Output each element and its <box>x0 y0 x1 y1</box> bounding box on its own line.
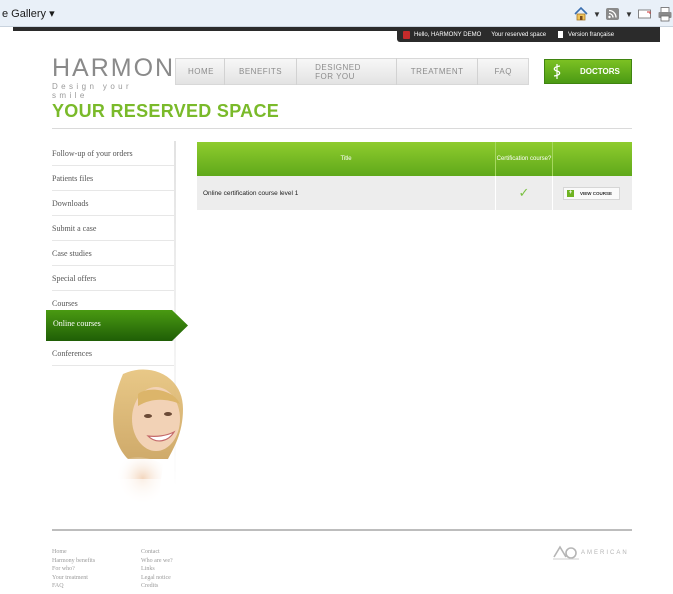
reserved-space-link[interactable]: Your reserved space <box>491 32 546 38</box>
caduceus-icon <box>553 64 561 79</box>
column-header-title: Title <box>197 142 496 176</box>
nav-treatment[interactable]: TREATMENT <box>397 58 479 85</box>
plus-icon: + <box>567 189 574 197</box>
sidebar-item-submit-case[interactable]: Submit a case <box>52 216 174 241</box>
nav-faq[interactable]: FAQ <box>478 58 528 85</box>
footer-links-col1: Home Harmony benefits For who? Your trea… <box>52 548 95 591</box>
partner-logo-text: AMERICAN <box>581 550 629 556</box>
doctors-label: DOCTORS <box>580 67 620 76</box>
view-course-button[interactable]: + VIEW COURSE <box>563 186 620 200</box>
footer-link-faq[interactable]: FAQ <box>52 582 95 591</box>
lock-icon <box>403 30 410 39</box>
rss-feed-icon[interactable] <box>605 6 621 22</box>
sidebar-item-special-offers[interactable]: Special offers <box>52 266 174 291</box>
partner-logo[interactable]: AMERICAN <box>553 545 633 563</box>
course-title-cell: Online certification course level 1 <box>197 176 496 210</box>
logo-tagline: Design your smile <box>52 82 133 100</box>
sidebar-item-online-courses[interactable]: Online courses <box>53 319 101 328</box>
sidebar-item-case-studies[interactable]: Case studies <box>52 241 174 266</box>
table-header: Title Certification course? <box>197 142 632 176</box>
checkmark-icon: ✓ <box>496 176 553 210</box>
footer-link-for-who[interactable]: For who? <box>52 565 95 574</box>
view-course-label: VIEW COURSE <box>580 190 613 196</box>
home-dropdown-icon[interactable]: ▼ <box>593 10 601 19</box>
column-header-action <box>553 142 632 176</box>
courses-table: Title Certification course? Online certi… <box>197 142 632 210</box>
browser-icons: ▼ ▼ <box>573 4 673 24</box>
footer-link-benefits[interactable]: Harmony benefits <box>52 557 95 566</box>
footer-link-contact[interactable]: Contact <box>141 548 173 557</box>
logo-brand: HARMONY <box>52 54 194 82</box>
footer-links-col2: Contact Who are we? Links Legal notice C… <box>141 548 173 591</box>
print-icon[interactable] <box>657 6 673 22</box>
harmony-logo[interactable]: HARMONY Design your smile <box>52 54 194 101</box>
nav-benefits[interactable]: BENEFITS <box>225 58 298 85</box>
gallery-dropdown[interactable]: e Gallery ▾ <box>2 7 55 20</box>
home-icon[interactable] <box>573 6 589 22</box>
footer-link-treatment[interactable]: Your treatment <box>52 574 95 583</box>
page-title: YOUR RESERVED SPACE <box>52 101 280 121</box>
feed-dropdown-icon[interactable]: ▼ <box>625 10 633 19</box>
footer-link-home[interactable]: Home <box>52 548 95 557</box>
mail-icon[interactable] <box>637 6 653 22</box>
action-cell: + VIEW COURSE <box>553 176 632 210</box>
user-bar: Hello, HARMONY DEMO Your reserved space … <box>397 27 660 42</box>
table-row: Online certification course level 1 ✓ + … <box>197 176 632 210</box>
browser-toolbar: e Gallery ▾ ▼ ▼ <box>0 0 673 27</box>
sidebar-item-downloads[interactable]: Downloads <box>52 191 174 216</box>
footer-link-who-are-we[interactable]: Who are we? <box>141 557 173 566</box>
footer-link-legal[interactable]: Legal notice <box>141 574 173 583</box>
nav-home[interactable]: HOME <box>176 58 225 85</box>
footer-divider <box>52 529 632 531</box>
smiling-woman-photo <box>88 369 188 504</box>
sidebar-item-follow-up[interactable]: Follow-up of your orders <box>52 141 174 166</box>
sidebar-item-patients-files[interactable]: Patients files <box>52 166 174 191</box>
nav-designed-for-you[interactable]: DESIGNED FOR YOU <box>297 58 397 85</box>
footer-link-links[interactable]: Links <box>141 565 173 574</box>
doctors-button[interactable]: DOCTORS <box>544 59 632 84</box>
flag-icon <box>558 31 564 38</box>
main-nav: HOME BENEFITS DESIGNED FOR YOU TREATMENT… <box>175 58 529 85</box>
sidebar-item-conferences[interactable]: Conferences <box>52 341 174 366</box>
ao-logo-icon <box>553 545 579 560</box>
column-header-certification: Certification course? <box>496 142 553 176</box>
greeting-text: Hello, HARMONY DEMO <box>414 31 482 38</box>
language-link[interactable]: Version française <box>568 32 614 38</box>
footer-link-credits[interactable]: Credits <box>141 582 173 591</box>
title-divider <box>52 128 632 129</box>
